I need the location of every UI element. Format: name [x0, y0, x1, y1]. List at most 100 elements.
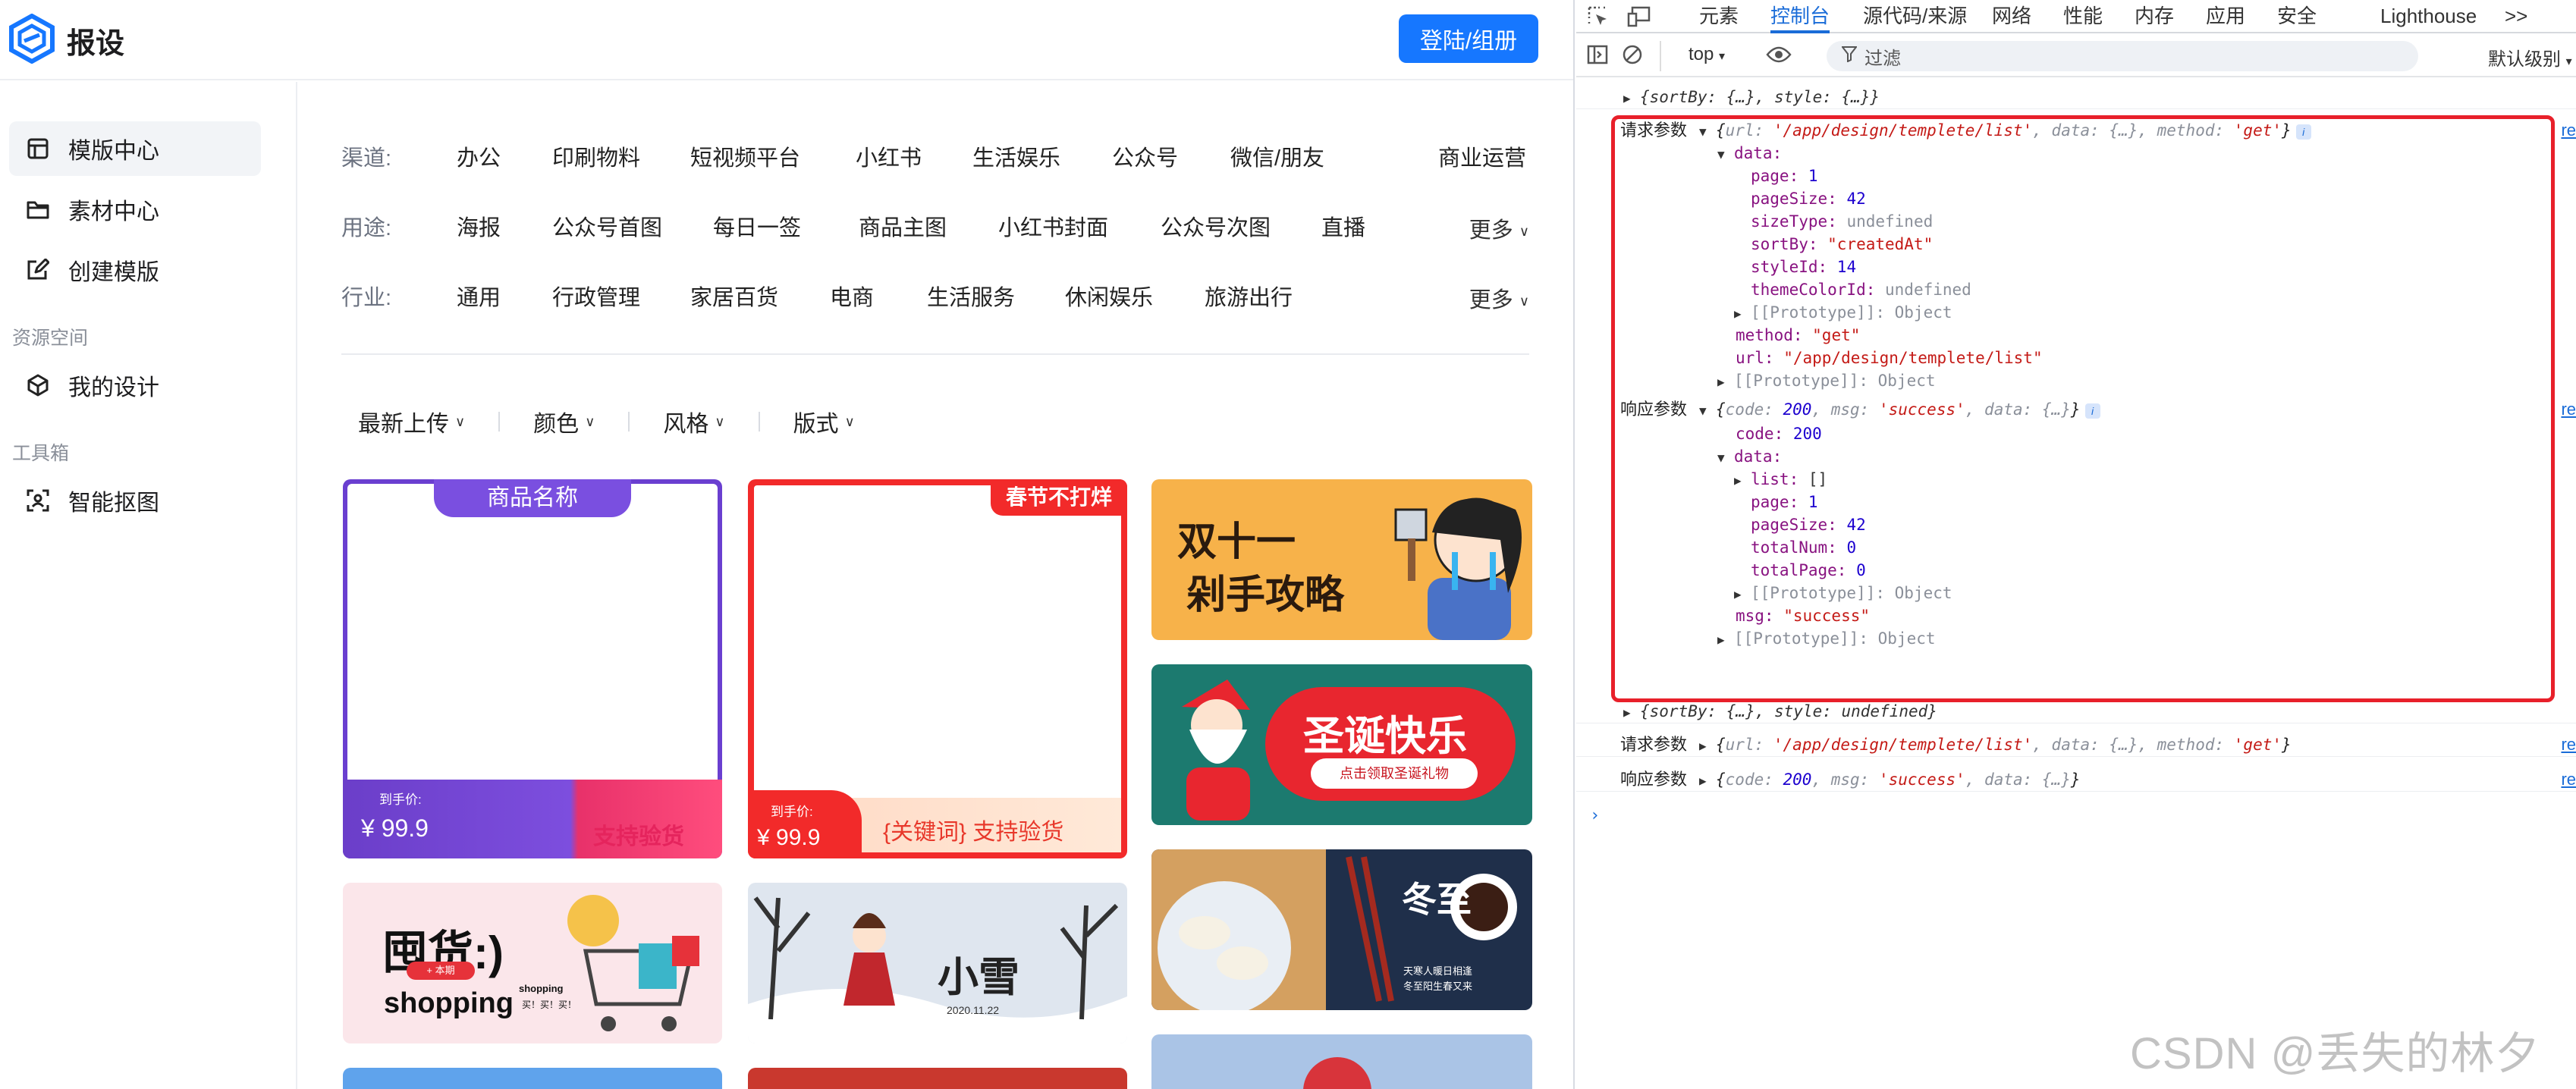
sidebar-item-material-center[interactable]: 素材中心	[9, 182, 261, 237]
live-expression-eye-icon[interactable]	[1766, 44, 1792, 71]
expand-triangle-icon[interactable]: ▶	[1717, 370, 1734, 394]
filter-option[interactable]: 生活服务	[927, 280, 1015, 312]
chevron-down-icon: ∨	[1519, 293, 1529, 309]
template-card-festival[interactable]: 春节不打烊 到手价: ¥ 99.9 {关键词} 支持验货	[748, 479, 1127, 858]
sort-color-dropdown[interactable]: 颜色 ∨	[533, 405, 595, 438]
template-card-partial[interactable]	[343, 1068, 722, 1089]
source-link[interactable]: re	[2561, 397, 2576, 422]
more-label: 更多	[1469, 218, 1513, 243]
console-prompt[interactable]: ›	[1576, 804, 2576, 828]
template-card-shopping[interactable]: 囤货:) shopping + 本期 shopping 买！买！买！	[343, 883, 722, 1043]
tab-performance[interactable]: 性能	[2063, 0, 2103, 33]
sort-latest-dropdown[interactable]: 最新上传 ∨	[358, 405, 465, 438]
tab-sources[interactable]: 源代码/来源	[1863, 0, 1967, 33]
value: 200	[1783, 770, 1812, 789]
expand-triangle-icon[interactable]: ▶	[1717, 628, 1734, 652]
sidebar-toggle-icon[interactable]	[1587, 44, 1608, 71]
sidebar-item-my-designs[interactable]: 我的设计	[9, 358, 261, 413]
value: 'success'	[1878, 400, 1965, 419]
collapse-triangle-icon[interactable]: ▼	[1699, 399, 1716, 423]
context-selector[interactable]: top ▾	[1689, 44, 1725, 65]
log-level-dropdown[interactable]: 默认级别 ▾	[2488, 44, 2572, 71]
source-link[interactable]: re	[2561, 118, 2576, 143]
brand-name[interactable]: 报设	[67, 20, 124, 61]
template-card-christmas[interactable]: 圣诞快乐 点击领取圣诞礼物	[1151, 664, 1532, 825]
info-icon[interactable]: i	[2295, 124, 2311, 140]
expand-triangle-icon[interactable]: ▶	[1623, 701, 1640, 725]
tab-elements[interactable]: 元素	[1699, 0, 1739, 33]
filter-option[interactable]: 办公	[457, 140, 501, 172]
value: 'get'	[2233, 121, 2282, 140]
key: , msg:	[1811, 770, 1879, 789]
template-card-winter[interactable]: 冬至 天寒人暖日相逢 冬至阳生春又来	[1151, 849, 1532, 1010]
filter-option[interactable]: 印刷物料	[552, 140, 640, 172]
logo-icon[interactable]	[9, 14, 55, 64]
tab-network[interactable]: 网络	[1992, 0, 2031, 33]
template-card-partial[interactable]	[1151, 1034, 1532, 1089]
filter-option[interactable]: 商品主图	[859, 210, 947, 242]
filter-option[interactable]: 直播	[1321, 210, 1365, 242]
price: ¥ 99.9	[361, 814, 429, 842]
console-toolbar: top ▾ 过滤 默认级别 ▾	[1576, 35, 2576, 77]
expand-triangle-icon[interactable]: ▶	[1699, 769, 1716, 793]
login-button[interactable]: 登陆/组册	[1399, 14, 1538, 63]
filter-option[interactable]: 每日一签	[713, 210, 801, 242]
console-log-line[interactable]: ▶ {sortBy: {…}, style: {…}}	[1576, 85, 2576, 109]
expand-triangle-icon[interactable]: ▶	[1623, 86, 1640, 111]
sidebar-item-smart-cutout[interactable]: 智能抠图	[9, 473, 261, 528]
info-icon[interactable]: i	[2084, 403, 2100, 419]
console-log-line[interactable]: ▶ {sortBy: {…}, style: undefined}	[1576, 699, 2576, 723]
filter-option[interactable]: 通用	[457, 280, 501, 312]
filter-option[interactable]: 海报	[457, 210, 501, 242]
tab-application[interactable]: 应用	[2206, 0, 2245, 33]
filter-option[interactable]: 小红书封面	[998, 210, 1108, 242]
filter-option[interactable]: 旅游出行	[1205, 280, 1293, 312]
console-log-line[interactable]: 请求参数 ▶ {url: '/app/design/templete/list',…	[1576, 733, 2576, 757]
filter-option[interactable]: 公众号	[1112, 140, 1178, 172]
folder-icon	[24, 196, 52, 223]
more-dropdown-industry[interactable]: 更多 ∨	[1469, 282, 1529, 314]
tab-security[interactable]: 安全	[2277, 0, 2317, 33]
filter-option[interactable]: 公众号首图	[552, 210, 662, 242]
sidebar-item-template-center[interactable]: 模版中心	[9, 121, 261, 176]
template-card-product[interactable]: 商品名称 到手价: ¥ 99.9 支持验货	[343, 479, 722, 858]
tab-console[interactable]: 控制台	[1770, 0, 1830, 33]
sort-layout-dropdown[interactable]: 版式 ∨	[793, 405, 855, 438]
key: list:	[1751, 470, 1808, 488]
inspect-element-icon[interactable]	[1587, 0, 1610, 33]
source-link[interactable]: re	[2561, 767, 2576, 792]
value: '/app/design/templete/list'	[1773, 121, 2033, 140]
template-card-partial[interactable]	[748, 1068, 1127, 1089]
filter-option[interactable]: 短视频平台	[690, 140, 800, 172]
filter-option[interactable]: 行政管理	[552, 280, 640, 312]
key: , data: {…}	[1965, 770, 2071, 789]
filter-option[interactable]: 家居百货	[690, 280, 778, 312]
expand-triangle-icon[interactable]: ▶	[1699, 734, 1716, 758]
source-link[interactable]: re	[2561, 733, 2576, 757]
device-toolbar-icon[interactable]	[1626, 0, 1652, 33]
tab-memory[interactable]: 内存	[2135, 0, 2174, 33]
filter-option[interactable]: 微信/朋友	[1230, 140, 1324, 172]
more-tabs-icon[interactable]: >>	[2505, 0, 2527, 33]
divider	[758, 412, 760, 432]
console-filter-input[interactable]: 过滤	[1827, 41, 2418, 71]
log-text: , data: {…}, method:	[2032, 736, 2234, 754]
console-log-line[interactable]: 请求参数 ▼ {url: '/app/design/templete/list',…	[1576, 118, 2576, 143]
clear-console-icon[interactable]	[1622, 44, 1643, 71]
filter-option[interactable]: 商业运营	[1438, 140, 1526, 172]
key: styleId:	[1751, 258, 1837, 276]
tab-lighthouse[interactable]: Lighthouse	[2380, 0, 2477, 33]
template-card-double11[interactable]: 双十一 剁手攻略	[1151, 479, 1532, 640]
sidebar-item-create-template[interactable]: 创建模版	[9, 243, 261, 297]
template-card-snow[interactable]: 小雪 2020.11.22	[748, 883, 1127, 1043]
console-log-line[interactable]: 响应参数 ▼ {code: 200, msg: 'success', data: …	[1576, 397, 2576, 422]
more-dropdown-usage[interactable]: 更多 ∨	[1469, 212, 1529, 244]
filter-option[interactable]: 生活娱乐	[972, 140, 1060, 172]
filter-option[interactable]: 休闲娱乐	[1065, 280, 1153, 312]
shopping-cart-icon	[567, 895, 699, 1031]
console-log-line[interactable]: 响应参数 ▶ {code: 200, msg: 'success', data: …	[1576, 767, 2576, 792]
sort-style-dropdown[interactable]: 风格 ∨	[663, 405, 724, 438]
filter-option[interactable]: 小红书	[856, 140, 922, 172]
filter-option[interactable]: 电商	[830, 280, 874, 312]
filter-option[interactable]: 公众号次图	[1161, 210, 1271, 242]
